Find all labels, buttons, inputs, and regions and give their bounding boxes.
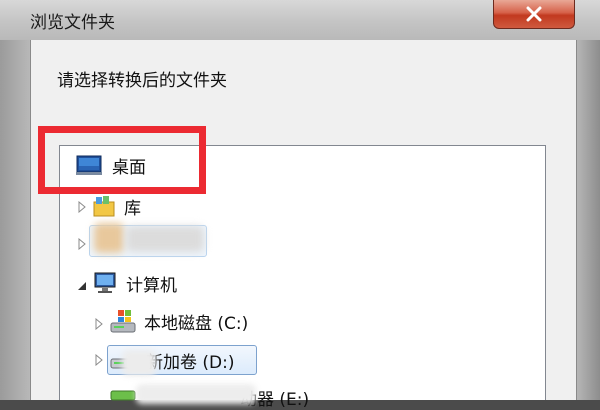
dialog-instruction: 请选择转换后的文件夹 — [57, 71, 227, 91]
blurred-label-prefix — [122, 350, 156, 376]
library-icon — [93, 196, 115, 217]
expand-arrow-icon[interactable] — [93, 354, 105, 366]
blurred-label — [136, 384, 256, 404]
tree-item-label: 库 — [124, 198, 141, 219]
expand-arrow-icon[interactable] — [93, 318, 105, 330]
blurred-icon — [94, 223, 124, 253]
drive-icon — [110, 390, 136, 401]
tree-item-local-disk-c[interactable]: 本地磁盘 (C:) — [110, 308, 248, 334]
window-title: 浏览文件夹 — [30, 13, 115, 33]
computer-icon — [94, 272, 116, 293]
highlight-annotation — [38, 126, 206, 194]
window-frame-right — [577, 40, 600, 400]
tree-item-label: 计算机 — [126, 275, 177, 296]
system-drive-icon — [110, 310, 136, 333]
expand-arrow-icon[interactable] — [76, 238, 88, 250]
blurred-label — [126, 226, 204, 252]
tree-item-label: 新加卷 (D:) — [146, 352, 235, 373]
close-icon — [526, 6, 542, 22]
close-button[interactable] — [493, 0, 575, 29]
window-frame-left — [0, 40, 30, 400]
expand-arrow-icon[interactable] — [76, 201, 88, 213]
collapse-arrow-icon[interactable] — [76, 280, 88, 292]
tree-item-computer[interactable]: 计算机 — [92, 270, 177, 296]
tree-item-library[interactable]: 库 — [92, 193, 141, 219]
title-bar: 浏览文件夹 — [0, 0, 600, 41]
tree-item-label: 本地磁盘 (C:) — [144, 313, 249, 334]
